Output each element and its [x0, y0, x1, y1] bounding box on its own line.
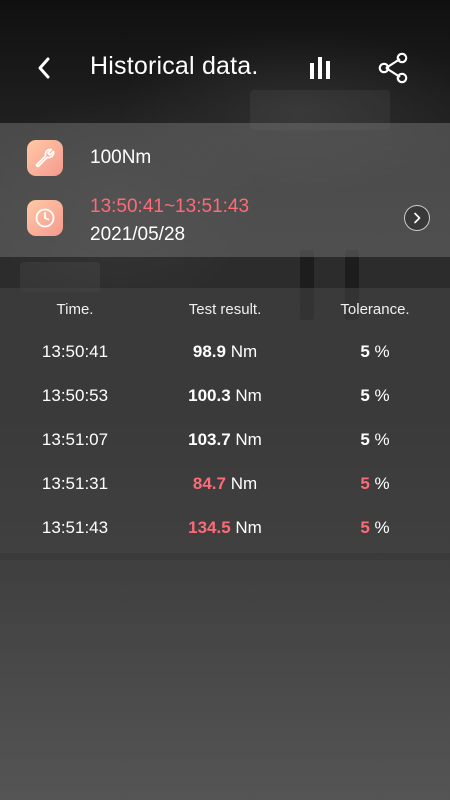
row-time: 13:50:53 — [41, 386, 109, 405]
result-value: 98.9 — [192, 342, 226, 361]
table-row: 13:50:53 100.3 Nm 5 % — [0, 374, 450, 418]
result-unit: Nm — [230, 342, 258, 361]
bar-chart-icon — [310, 57, 330, 79]
share-icon — [378, 52, 408, 84]
row-tolerance: 5 % — [300, 374, 450, 418]
tolerance-unit: % — [374, 430, 390, 449]
tolerance-unit: % — [374, 386, 390, 405]
result-unit: Nm — [235, 430, 262, 449]
result-value: 100.3 — [188, 386, 231, 405]
chart-button[interactable] — [304, 52, 336, 84]
header-result: Test result. — [188, 301, 262, 318]
top-bar: Historical data. — [0, 22, 450, 114]
table-row: 13:51:43 134.5 Nm 5 % — [0, 506, 450, 550]
result-unit: Nm — [235, 386, 262, 405]
row-tolerance: 5 % — [300, 418, 450, 462]
torque-setting: 100Nm — [90, 147, 152, 168]
time-range: 13:50:41~13:51:43 — [90, 196, 250, 217]
tolerance-unit: % — [374, 342, 390, 361]
row-result: 134.5 Nm — [150, 506, 300, 550]
tolerance-value: 5 — [360, 430, 370, 449]
time-icon-tile — [27, 200, 63, 236]
tolerance-value: 5 — [360, 518, 370, 537]
table-row: 13:50:41 98.9 Nm 5 % — [0, 330, 450, 374]
header-time: Time. — [56, 301, 94, 318]
chevron-left-icon — [38, 57, 50, 79]
row-result: 84.7 Nm — [150, 462, 300, 506]
tolerance-value: 5 — [360, 342, 370, 361]
row-time: 13:51:31 — [41, 474, 109, 493]
row-tolerance: 5 % — [300, 506, 450, 550]
result-value: 103.7 — [188, 430, 231, 449]
row-time: 13:51:43 — [41, 518, 109, 537]
session-date: 2021/05/28 — [90, 224, 186, 245]
table-row: 13:51:31 84.7 Nm 5 % — [0, 462, 450, 506]
tolerance-value: 5 — [360, 474, 370, 493]
table-header: Time. Test result. Tolerance. — [0, 288, 450, 332]
result-unit: Nm — [235, 518, 262, 537]
back-button[interactable] — [28, 52, 60, 84]
wrench-icon — [35, 148, 55, 168]
share-button[interactable] — [376, 50, 410, 86]
row-result: 98.9 Nm — [150, 330, 300, 374]
result-value: 84.7 — [192, 474, 226, 493]
header-tolerance: Tolerance. — [340, 301, 410, 318]
tolerance-unit: % — [374, 518, 390, 537]
chevron-right-icon — [414, 212, 421, 224]
next-session-button[interactable] — [404, 205, 430, 231]
tolerance-value: 5 — [360, 386, 370, 405]
page-title: Historical data. — [90, 52, 259, 80]
row-tolerance: 5 % — [300, 462, 450, 506]
row-result: 103.7 Nm — [150, 418, 300, 462]
clock-icon — [35, 208, 55, 228]
results-table: Time. Test result. Tolerance. 13:50:41 9… — [0, 288, 450, 553]
tolerance-unit: % — [374, 474, 390, 493]
result-value: 134.5 — [188, 518, 231, 537]
torque-icon-tile — [27, 140, 63, 176]
row-tolerance: 5 % — [300, 330, 450, 374]
session-info-panel: 100Nm 13:50:41~13:51:43 2021/05/28 — [0, 123, 450, 257]
result-unit: Nm — [230, 474, 258, 493]
table-row: 13:51:07 103.7 Nm 5 % — [0, 418, 450, 462]
row-time: 13:50:41 — [41, 342, 109, 361]
row-time: 13:51:07 — [41, 430, 109, 449]
row-result: 100.3 Nm — [150, 374, 300, 418]
